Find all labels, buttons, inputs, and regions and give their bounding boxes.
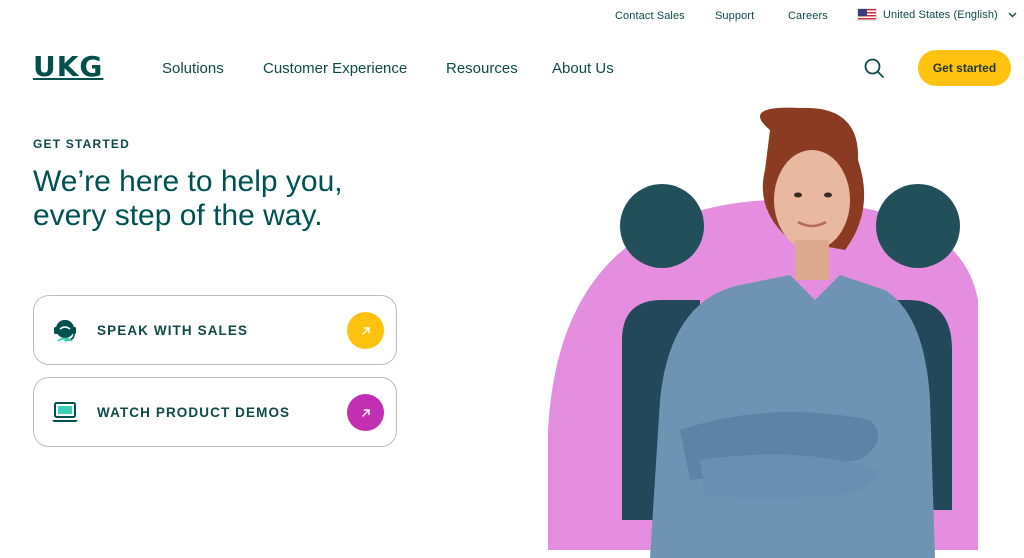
nav-about-us[interactable]: About Us xyxy=(552,60,614,77)
support-link[interactable]: Support xyxy=(715,10,754,22)
laptop-icon xyxy=(50,397,80,427)
us-flag-icon xyxy=(857,8,877,21)
main-nav: UKG Solutions Customer Experience Resour… xyxy=(0,40,1024,96)
hero-headline: We’re here to help you, every step of th… xyxy=(33,165,453,233)
nav-resources[interactable]: Resources xyxy=(446,60,518,77)
nav-customer-experience[interactable]: Customer Experience xyxy=(263,60,407,77)
chevron-down-icon xyxy=(1008,12,1017,17)
right-figure-head xyxy=(876,184,960,268)
utility-nav: Contact Sales Support Careers United Sta… xyxy=(0,0,1024,34)
hero-illustration xyxy=(540,100,1024,558)
search-icon[interactable] xyxy=(862,56,886,80)
headline-line-2: every step of the way. xyxy=(33,199,323,232)
contact-sales-link[interactable]: Contact Sales xyxy=(615,10,685,22)
woman-neck xyxy=(795,240,829,280)
careers-link[interactable]: Careers xyxy=(788,10,828,22)
logo-text: UKG xyxy=(33,50,104,83)
arrow-up-right-icon xyxy=(347,394,384,431)
speak-with-sales-card[interactable]: SPEAK WITH SALES xyxy=(33,295,397,365)
hero-eyebrow: GET STARTED xyxy=(33,137,130,151)
arrow-up-right-icon xyxy=(347,312,384,349)
headset-icon xyxy=(50,315,80,345)
woman-face xyxy=(774,150,850,250)
get-started-button[interactable]: Get started xyxy=(918,50,1011,86)
headline-line-1: We’re here to help you, xyxy=(33,165,343,198)
nav-solutions[interactable]: Solutions xyxy=(162,60,224,77)
region-label: United States (English) xyxy=(883,8,998,21)
speak-with-sales-label: SPEAK WITH SALES xyxy=(97,323,249,338)
region-selector[interactable]: United States (English) xyxy=(857,8,1017,21)
watch-product-demos-card[interactable]: WATCH PRODUCT DEMOS xyxy=(33,377,397,447)
ukg-logo[interactable]: UKG xyxy=(33,52,103,82)
watch-product-demos-label: WATCH PRODUCT DEMOS xyxy=(97,405,291,420)
left-figure-head xyxy=(620,184,704,268)
